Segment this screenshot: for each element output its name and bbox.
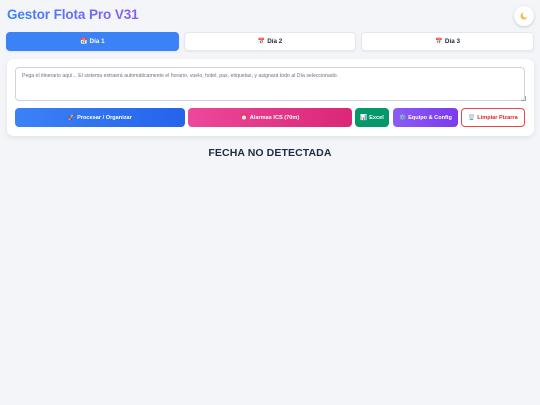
calendar-icon: 📅 bbox=[435, 39, 443, 45]
excel-button-label: Excel bbox=[369, 114, 384, 121]
alarms-button-label: Alarmas ICS (70m) bbox=[249, 114, 300, 121]
team-config-button[interactable]: ⚙️ Equipo & Config bbox=[393, 108, 458, 127]
tab-dia-2[interactable]: 📅 Día 2 bbox=[183, 32, 357, 51]
rocket-icon: 🚀 bbox=[68, 114, 76, 121]
chart-icon: 📊 bbox=[360, 114, 368, 121]
resize-handle[interactable] bbox=[521, 96, 526, 101]
tab-dia-1[interactable]: 📅 Día 1 bbox=[6, 32, 179, 51]
calendar-icon: 📅 bbox=[80, 39, 88, 45]
gear-icon: ⚙️ bbox=[399, 114, 407, 121]
calendar-icon: 📅 bbox=[257, 39, 266, 45]
date-status-message: FECHA NO DETECTADA bbox=[208, 147, 332, 159]
excel-button[interactable]: 📊 Excel bbox=[355, 108, 389, 127]
app-header: Gestor Flota Pro V31 bbox=[0, 0, 540, 32]
app-title: Gestor Flota Pro V31 bbox=[7, 7, 139, 22]
input-card: 🚀 Procesar / Organizar ⏰ Alarmas ICS (70… bbox=[7, 59, 534, 136]
alarms-ics-button[interactable]: ⏰ Alarmas ICS (70m) bbox=[188, 108, 352, 127]
tab-label: Día 2 bbox=[267, 38, 283, 45]
process-button-label: Procesar / Organizar bbox=[77, 114, 132, 121]
day-tabs: 📅 Día 1 📅 Día 2 📅 Día 3 bbox=[6, 32, 535, 52]
alarm-clock-icon: ⏰ bbox=[240, 114, 248, 121]
clear-button-label: Limpiar Pizarra bbox=[477, 114, 518, 121]
action-bar: 🚀 Procesar / Organizar ⏰ Alarmas ICS (70… bbox=[15, 108, 525, 127]
tab-dia-3[interactable]: 📅 Día 3 bbox=[361, 32, 535, 51]
process-button[interactable]: 🚀 Procesar / Organizar bbox=[15, 108, 185, 127]
moon-icon bbox=[520, 11, 529, 20]
team-button-label: Equipo & Config bbox=[408, 114, 452, 121]
clear-board-button[interactable]: 🗑️ Limpiar Pizarra bbox=[461, 108, 525, 127]
theme-toggle-button[interactable] bbox=[514, 6, 534, 26]
itinerary-input[interactable] bbox=[15, 67, 525, 101]
trash-icon: 🗑️ bbox=[468, 114, 476, 121]
tab-label: Día 3 bbox=[444, 38, 460, 45]
tab-label: Día 1 bbox=[89, 38, 105, 45]
